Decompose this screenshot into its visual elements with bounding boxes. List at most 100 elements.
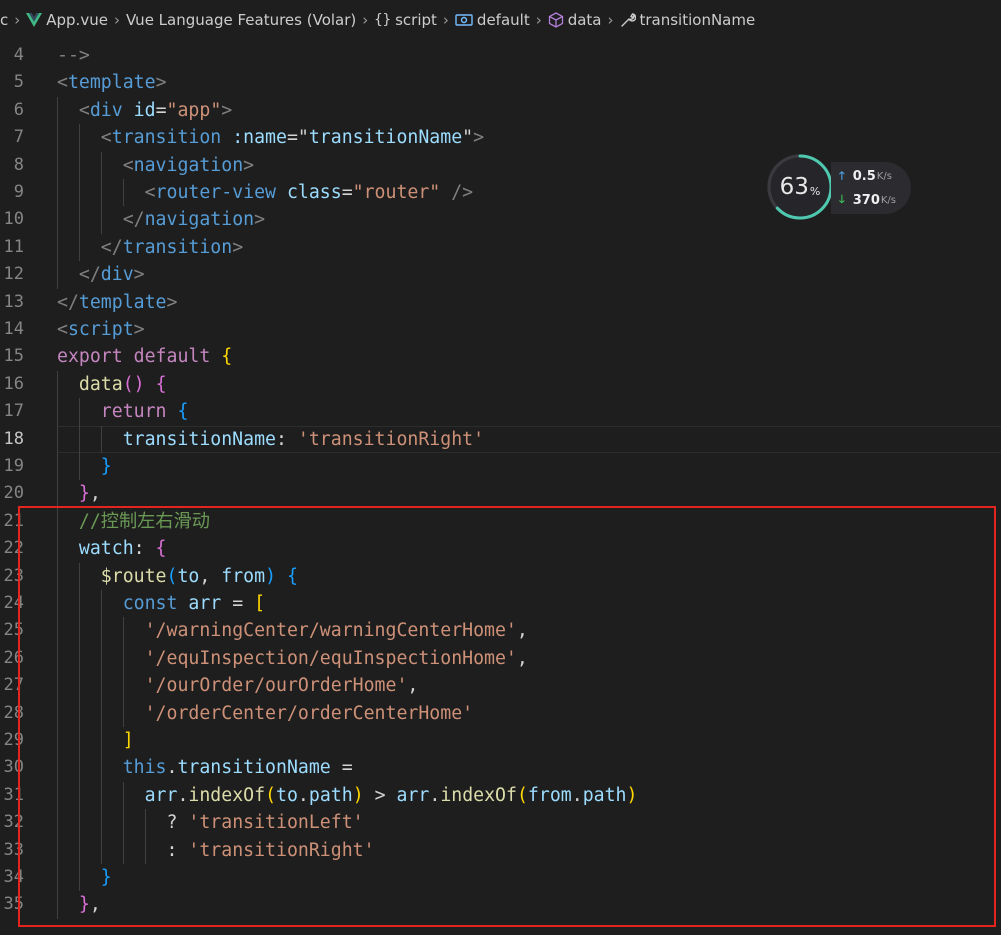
code-token: < <box>122 154 134 176</box>
code-line[interactable]: 18 transitionName: 'transitionRight' <box>0 425 1001 453</box>
line-number: 19 <box>3 456 24 476</box>
code-line[interactable]: 6 <div id="app"> <box>0 96 1001 125</box>
code-token: '/warningCenter/warningCenterHome' <box>144 620 517 642</box>
code-line[interactable]: 31 arr.indexOf(to.path) > arr.indexOf(fro… <box>0 781 1001 810</box>
code-token: , <box>516 620 528 642</box>
line-number: 21 <box>3 510 24 531</box>
indent-guide <box>100 781 102 810</box>
code-line[interactable]: 21 //控制左右滑动 <box>0 507 1001 536</box>
indent-guide <box>57 425 58 453</box>
code-token: ? <box>166 812 189 834</box>
wrench-icon <box>620 12 636 28</box>
upload-value: 0.5 <box>852 168 876 184</box>
code-text: export default { <box>57 343 232 370</box>
code-line[interactable]: 35}, <box>0 891 1001 919</box>
code-token: = <box>286 127 298 149</box>
code-line[interactable]: 20}, <box>0 480 1001 508</box>
code-token: export <box>57 346 123 368</box>
indent-guide <box>57 781 58 810</box>
line-number: 5 <box>13 72 24 93</box>
code-line[interactable]: 19} <box>0 453 1001 481</box>
code-token: > <box>243 154 255 176</box>
indent-guide <box>78 206 80 234</box>
code-line[interactable]: 7 <transition :name="transitionName"> <box>0 124 1001 152</box>
indent-guide <box>78 617 80 645</box>
indent-guide <box>57 836 58 864</box>
indent-guide <box>57 562 58 590</box>
code-line[interactable]: 34} <box>0 864 1001 892</box>
download-arrow-icon: 🡓 <box>839 192 845 206</box>
code-line[interactable]: 15 export default { <box>0 343 1001 370</box>
code-line[interactable]: 17 return { <box>0 398 1001 426</box>
code-token: ) <box>626 784 638 806</box>
line-number: 15 <box>3 346 24 367</box>
indent-guide <box>100 672 102 700</box>
indent-guide <box>57 535 58 563</box>
code-token: ( <box>516 784 528 806</box>
code-line[interactable]: 13 </template> <box>0 289 1001 316</box>
breadcrumb-lead[interactable]: c <box>0 11 8 29</box>
indent-guide <box>57 727 58 755</box>
indent-guide <box>122 809 124 837</box>
breadcrumb-file[interactable]: App.vue <box>26 11 108 29</box>
code-line[interactable]: 5 <template> <box>0 69 1001 96</box>
code-line[interactable]: 28 '/orderCenter/orderCenterHome' <box>0 699 1001 727</box>
breadcrumb-data[interactable]: data <box>548 11 602 29</box>
code-token: navigation <box>133 154 244 176</box>
breadcrumb-default[interactable]: default <box>455 11 530 29</box>
code-line[interactable]: 27 '/ourOrder/ourOrderHome', <box>0 672 1001 700</box>
breadcrumb-script[interactable]: {} script <box>374 11 437 29</box>
indent-guide <box>78 179 80 207</box>
code-text: transitionName: 'transitionRight' <box>123 426 484 453</box>
code-line[interactable]: 14 <script> <box>0 316 1001 343</box>
chevron-right-icon: › <box>113 11 120 29</box>
indent-guide <box>57 96 58 125</box>
breadcrumb-transitionname[interactable]: transitionName <box>620 11 755 29</box>
download-value: 370 <box>852 192 880 208</box>
code-token: "app" <box>166 99 222 121</box>
code-token: " <box>297 127 309 149</box>
upload-unit: K/s <box>876 170 892 182</box>
code-token: < <box>57 319 68 340</box>
line-number: 20 <box>3 483 24 504</box>
code-token: { <box>155 538 167 560</box>
code-token: arr <box>188 593 222 614</box>
code-token: watch <box>78 538 134 560</box>
code-token: { <box>155 373 167 395</box>
cpu-percent-sign: % <box>809 184 821 198</box>
code-token: ( <box>166 565 178 587</box>
code-line[interactable]: 4 --> <box>0 42 1001 69</box>
code-line[interactable]: 12 </div> <box>0 261 1001 289</box>
code-token: transitionName <box>308 127 463 149</box>
code-line[interactable]: 25 '/warningCenter/warningCenterHome', <box>0 617 1001 645</box>
indent-guide <box>122 836 124 864</box>
code-token: , <box>89 483 101 505</box>
code-token: > <box>155 72 167 94</box>
indent-guide <box>122 179 124 207</box>
indent-guide <box>122 699 124 727</box>
code-token: </ <box>78 264 101 286</box>
code-line[interactable]: 22 watch: { <box>0 535 1001 563</box>
code-line[interactable]: 23 $route(to, from) { <box>0 562 1001 590</box>
code-text: watch: { <box>79 535 167 562</box>
code-line[interactable]: 11 </transition> <box>0 233 1001 262</box>
code-token: , <box>516 647 528 669</box>
code-line[interactable]: 30 this.transitionName = <box>0 754 1001 782</box>
code-line[interactable]: 29] <box>0 727 1001 755</box>
code-token: to <box>177 565 200 587</box>
code-line[interactable]: 24 const arr = [ <box>0 590 1001 618</box>
code-line[interactable]: 16 data() { <box>0 370 1001 399</box>
code-line[interactable]: 33: 'transitionRight' <box>0 836 1001 864</box>
breadcrumb-default-label: default <box>476 11 530 29</box>
code-token: = <box>341 182 353 203</box>
code-token: router-view <box>155 182 276 203</box>
breadcrumb-language[interactable]: Vue Language Features (Volar) <box>126 11 356 29</box>
code-line[interactable]: 32? 'transitionLeft' <box>0 809 1001 837</box>
network-monitor-widget[interactable]: 63% 🡑 0.5 K/s 🡓 370 K/s <box>765 152 915 226</box>
line-number: 26 <box>3 647 24 668</box>
chevron-right-icon: › <box>442 11 449 29</box>
code-line[interactable]: 26 '/equInspection/equInspectionHome', <box>0 644 1001 673</box>
